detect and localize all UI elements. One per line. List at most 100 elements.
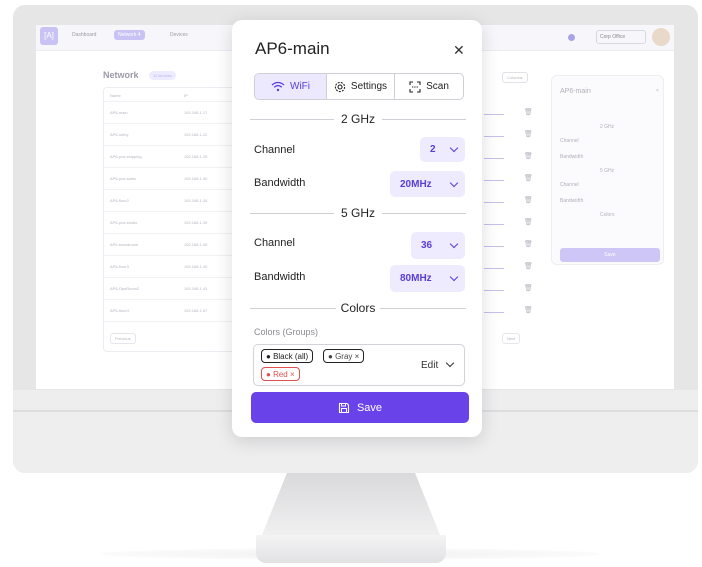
chip-black[interactable]: ● Black (all) [261,349,314,363]
column-header-ip[interactable]: IP [184,93,188,98]
trash-icon[interactable]: 🗑 [524,130,533,138]
traffic-sparkline [484,241,504,247]
colors-groups-field[interactable]: ● Black (all) ● Gray × ● Red × Edit [253,344,465,386]
ghost-panel-title: AP6-main [560,88,591,95]
modal-title: AP6-main [255,39,330,58]
save-button[interactable]: Save [251,392,469,423]
bandwidth-5-select[interactable]: 80MHz [390,265,465,292]
channel-24-select[interactable]: 2 [420,137,465,162]
row-name: AP6-pos-studio [110,220,138,225]
next-button[interactable]: Next [502,333,521,344]
traffic-sparkline [484,197,504,203]
edit-groups-label[interactable]: Edit [421,360,438,371]
nav-network[interactable]: Network 4 [114,30,145,40]
chip-red-label: Red [273,370,288,379]
row-name: AP6-main [110,110,128,115]
row-name: AP6-OpsRoom2 [110,286,140,291]
trash-icon[interactable]: 🗑 [524,218,533,226]
row-name: AP6-floor4 [110,308,129,313]
tab-settings[interactable]: Settings [327,74,395,99]
row-name: AP6-pos-shipping [110,154,142,159]
bandwidth-24-label: Bandwidth [254,177,306,189]
nav-devices[interactable]: Devices [170,32,188,38]
bandwidth-24-value: 20MHz [400,178,432,190]
save-icon [338,402,350,413]
row-ip: 192.168.1.34 [184,198,208,203]
ghost-heading-5: 5 GHz [600,168,615,174]
traffic-sparkline [484,219,504,225]
column-header-name[interactable]: Name [110,93,121,98]
row-ip: 192.168.1.30 [184,176,208,181]
section-2ghz: 2 GHz [250,112,466,126]
device-settings-modal: AP6-main ✕ WiFi Settings Scan 2 GHz Chan… [232,20,482,437]
trash-icon[interactable]: 🗑 [524,152,533,160]
nav-network-label: Network [118,32,137,38]
chevron-down-icon [449,239,459,249]
section-colors: Colors [250,301,466,315]
trash-icon[interactable]: 🗑 [524,284,533,292]
tab-settings-label: Settings [350,81,388,92]
chip-gray-label: Gray [335,352,353,361]
trash-icon[interactable]: 🗑 [524,174,533,182]
page-title: Network [103,70,139,80]
traffic-sparkline [484,175,504,181]
status-dot-icon [568,34,575,41]
row-ip: 192.168.1.17 [184,110,208,115]
app-logo[interactable]: [A] [40,27,58,45]
previous-button[interactable]: Previous [110,333,136,344]
remove-icon[interactable]: × [290,370,295,379]
row-ip: 192.168.1.40 [184,242,208,247]
ghost-save-button: Save [560,248,660,262]
row-name: AP6-floor2 [110,198,129,203]
chip-gray[interactable]: ● Gray × [323,349,365,363]
ghost-bandwidth-label-5: Bandwidth [560,198,584,204]
chevron-down-icon[interactable] [445,358,455,368]
channel-24-label: Channel [254,144,295,156]
bandwidth-5-label: Bandwidth [254,271,306,283]
ghost-colors-heading: Colors [600,212,615,218]
row-name: AP6-pos-sales [110,176,137,181]
channel-24-value: 2 [430,144,436,155]
ghost-bandwidth-label: Bandwidth [560,154,584,160]
section-2ghz-heading: 2 GHz [340,112,375,126]
traffic-sparkline [484,153,504,159]
nav-dashboard[interactable]: Dashboard [72,32,96,38]
chevron-down-icon [449,272,459,282]
chip-red[interactable]: ● Red × [261,367,300,381]
traffic-sparkline [484,263,504,269]
ghost-close-icon: × [656,88,659,94]
channel-5-select[interactable]: 36 [411,232,465,259]
remove-icon[interactable]: × [355,352,360,361]
tab-scan[interactable]: Scan [395,74,463,99]
trash-icon[interactable]: 🗑 [524,262,533,270]
trash-icon[interactable]: 🗑 [524,196,533,204]
channel-5-label: Channel [254,237,295,249]
chevron-down-icon [449,143,459,153]
row-name: AP6-lobby [110,132,129,137]
section-colors-heading: Colors [340,301,376,315]
chip-black-label: Black (all) [273,352,309,361]
trash-icon[interactable]: 🗑 [524,108,533,116]
traffic-sparkline [484,285,504,291]
ghost-channel-label-5: Channel [560,182,579,188]
tab-scan-label: Scan [426,81,449,92]
nav-network-badge: 4 [137,32,141,38]
columns-button[interactable]: Columns [502,72,528,83]
tab-wifi[interactable]: WiFi [255,74,327,99]
org-select[interactable]: Corp Office [596,30,646,44]
device-count-badge: 11 devices [149,71,176,80]
colors-groups-label: Colors (Groups) [254,327,319,337]
row-ip: 192.168.1.39 [184,220,208,225]
row-ip: 192.168.1.67 [184,308,208,313]
avatar[interactable] [652,28,670,46]
traffic-sparkline [484,131,504,137]
bandwidth-5-value: 80MHz [400,273,432,284]
trash-icon[interactable]: 🗑 [524,240,533,248]
ghost-channel-label: Channel [560,138,579,144]
scan-icon [409,80,421,93]
section-5ghz: 5 GHz [250,206,466,220]
row-name: AP6-boardroom [110,242,139,247]
close-icon[interactable]: ✕ [453,42,465,59]
trash-icon[interactable]: 🗑 [524,306,533,314]
bandwidth-24-select[interactable]: 20MHz [390,171,465,197]
